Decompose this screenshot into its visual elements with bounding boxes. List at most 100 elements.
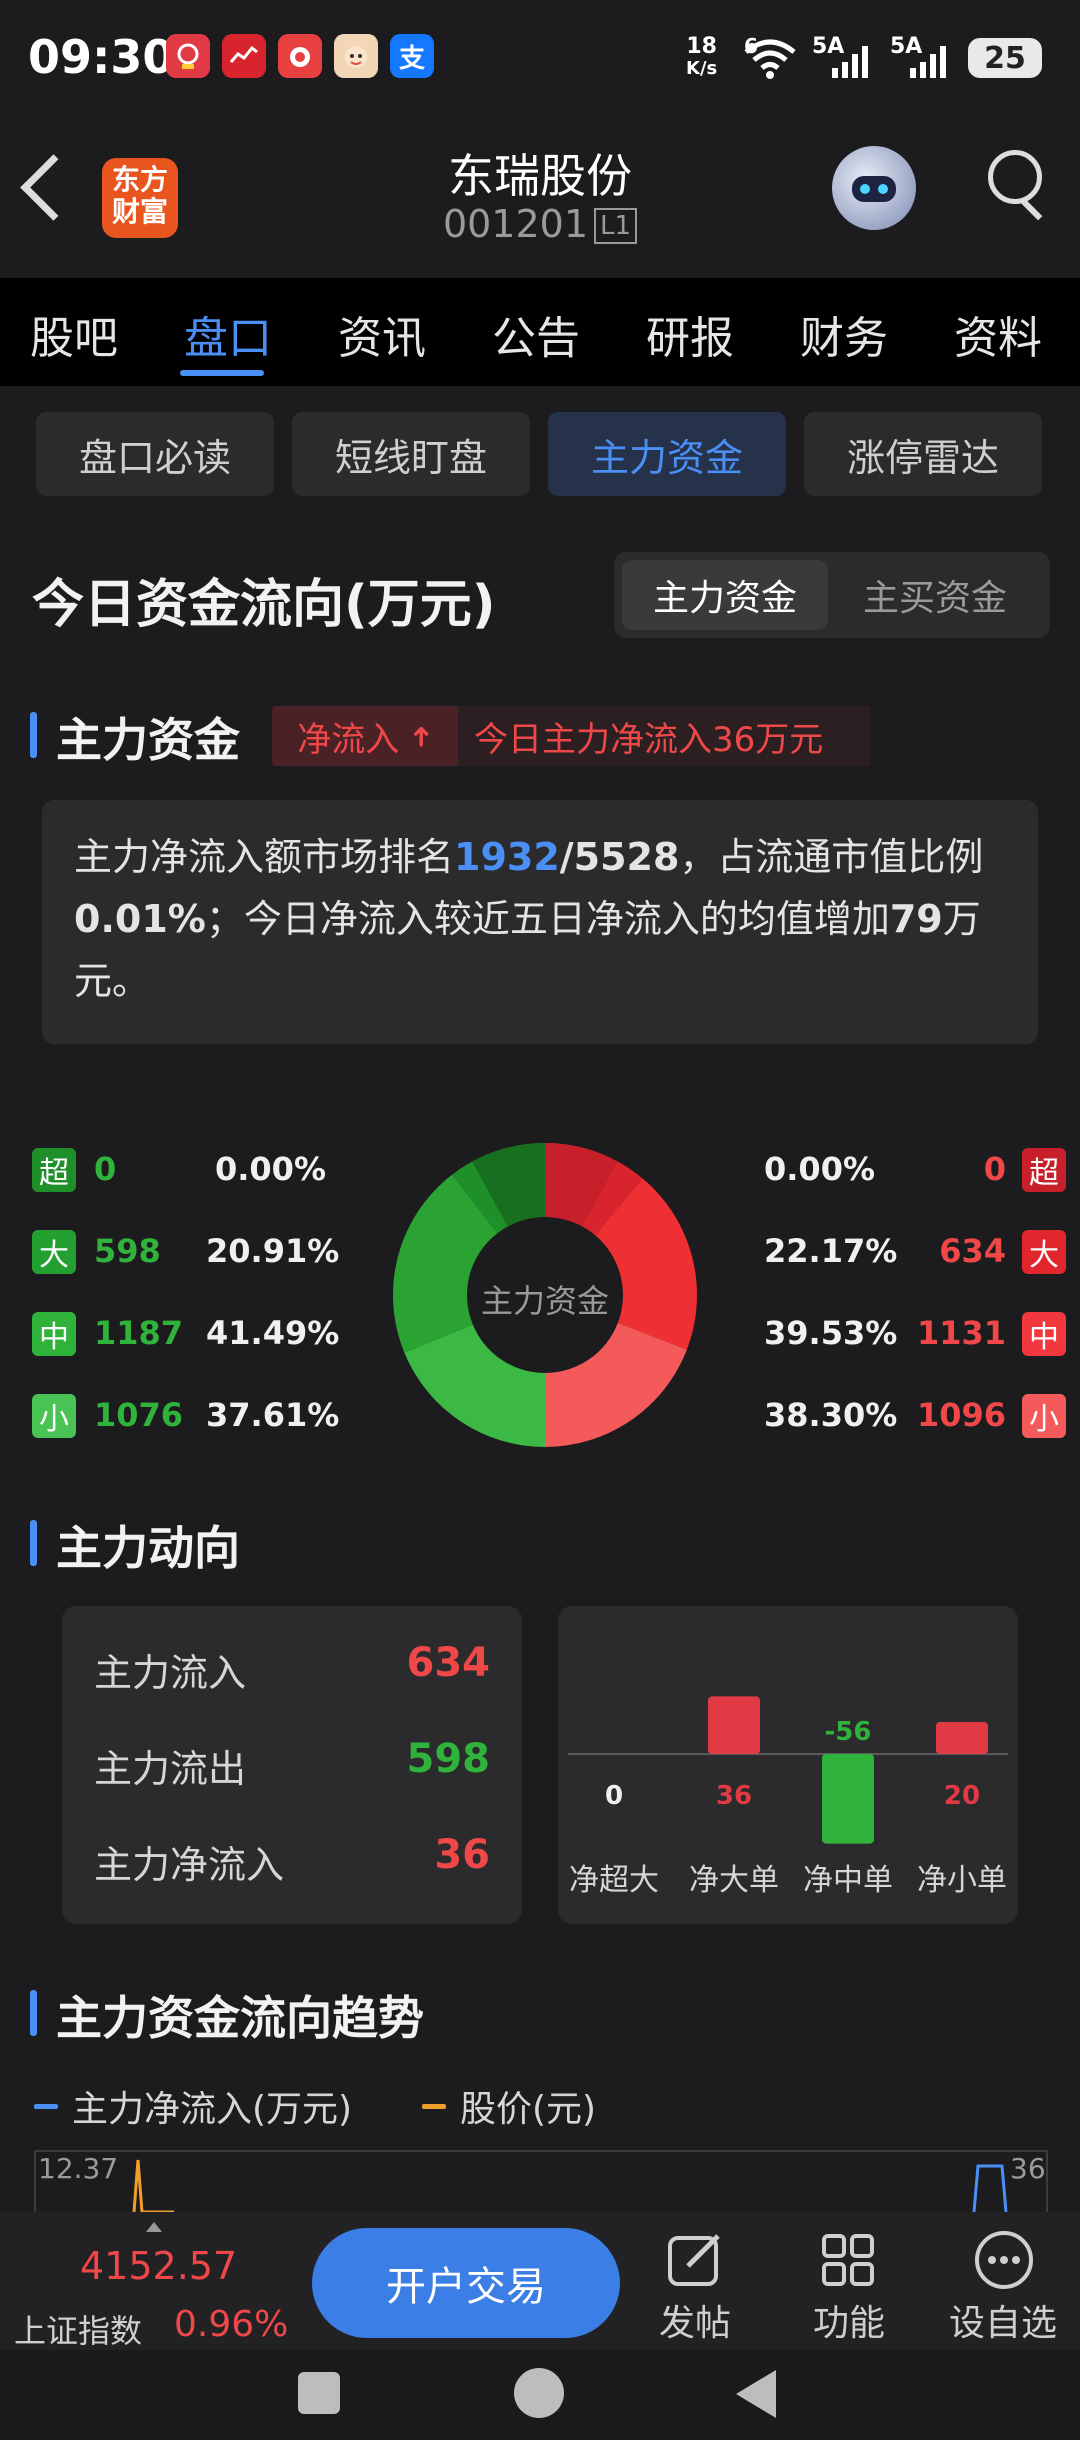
recent-apps-icon[interactable] bbox=[298, 2372, 340, 2414]
net-bar-value: 36 bbox=[716, 1781, 752, 1811]
stock-name: 东瑞股份 bbox=[448, 149, 632, 203]
net-inflow-line bbox=[972, 2164, 1008, 2212]
status-time: 09:30 bbox=[28, 30, 175, 84]
main-capital-summary: 主力净流入额市场排名1932/5528，占流通市值比例0.01%；今日净流入较近… bbox=[42, 800, 1038, 1044]
tab-research[interactable]: 研报 bbox=[646, 302, 734, 366]
direction-title: 主力动向 bbox=[56, 1521, 240, 1575]
more-icon[interactable] bbox=[972, 2228, 1036, 2296]
outflow-percent: 37.61% bbox=[206, 1396, 340, 1434]
outflow-value: 1187 bbox=[94, 1314, 184, 1352]
outflow-value: 0 bbox=[94, 1150, 117, 1188]
main-capital-title: 主力资金 bbox=[56, 713, 240, 767]
inflow-percent: 0.00% bbox=[764, 1150, 876, 1188]
tab-news[interactable]: 资讯 bbox=[338, 302, 426, 366]
stock-chart-icon bbox=[222, 34, 266, 78]
legend-price-swatch bbox=[422, 2104, 446, 2109]
active-tab-indicator bbox=[180, 370, 264, 376]
tab-pankou[interactable]: 盘口 bbox=[184, 302, 272, 366]
outflow-tag: 中 bbox=[32, 1312, 76, 1356]
tab-profile[interactable]: 资料 bbox=[954, 302, 1042, 366]
flow-value: 634 bbox=[406, 1640, 491, 1686]
edit-icon[interactable] bbox=[664, 2230, 728, 2294]
legend-net-inflow: 主力净流入(万元) bbox=[72, 2089, 353, 2130]
price-line bbox=[132, 2159, 174, 2212]
net-order-bar-chart: 0 净超大 36 净大单 -56 净中单 20 净小单 bbox=[568, 1696, 1008, 1898]
outflow-value: 598 bbox=[94, 1232, 161, 1270]
net-bar-category: 净小单 bbox=[917, 1863, 1007, 1898]
up-arrow-icon: ➜ bbox=[404, 724, 438, 748]
inflow-tag: 小 bbox=[1022, 1394, 1066, 1438]
outflow-percent: 41.49% bbox=[206, 1314, 340, 1352]
flow-label: 主力净流入 bbox=[94, 1843, 285, 1887]
inflow-percent: 38.30% bbox=[764, 1396, 898, 1434]
back-icon[interactable] bbox=[20, 154, 87, 221]
open-account-trade-button[interactable]: 开户交易 bbox=[312, 2228, 620, 2338]
inflow-slice bbox=[545, 1323, 687, 1447]
grid-icon[interactable] bbox=[818, 2230, 878, 2294]
trend-title: 主力资金流向趋势 bbox=[56, 1991, 424, 2045]
toggle-buy-capital[interactable]: 主买资金 bbox=[828, 560, 1042, 630]
inflow-percent: 22.17% bbox=[764, 1232, 898, 1270]
subtab-limit-radar[interactable]: 涨停雷达 bbox=[804, 412, 1042, 496]
kid-app-icon bbox=[334, 34, 378, 78]
tab-guba[interactable]: 股吧 bbox=[30, 302, 118, 366]
618-shopping-icon bbox=[166, 34, 210, 78]
index-up-triangle-icon bbox=[146, 2222, 162, 2232]
outflow-tag: 大 bbox=[32, 1230, 76, 1274]
tab-finance[interactable]: 财务 bbox=[800, 302, 888, 366]
legend-net-swatch bbox=[34, 2104, 58, 2109]
signal-1-icon bbox=[828, 44, 874, 84]
index-value[interactable]: 4152.57 bbox=[80, 2244, 237, 2288]
inflow-percent: 39.53% bbox=[764, 1314, 898, 1352]
inflow-value: 1131 bbox=[916, 1314, 1006, 1352]
outflow-percent: 0.00% bbox=[214, 1150, 326, 1188]
section-bar bbox=[30, 1520, 37, 1566]
flow-value: 598 bbox=[406, 1736, 491, 1782]
search-icon[interactable] bbox=[988, 150, 1042, 204]
level-badge: L1 bbox=[594, 208, 638, 244]
net-bar-category: 净超大 bbox=[569, 1863, 659, 1898]
signal-2-icon bbox=[906, 44, 952, 84]
subtab-main-capital[interactable]: 主力资金 bbox=[548, 412, 786, 496]
section-bar bbox=[30, 1990, 37, 2036]
flow-label: 主力流出 bbox=[94, 1747, 247, 1791]
legend-stock-price: 股价(元) bbox=[460, 2089, 597, 2130]
index-change[interactable]: 0.96% bbox=[174, 2304, 288, 2345]
inflow-value: 1096 bbox=[916, 1396, 1006, 1434]
function-button-label[interactable]: 功能 bbox=[794, 2294, 904, 2346]
subtab-short-watch[interactable]: 短线盯盘 bbox=[292, 412, 530, 496]
add-watchlist-label[interactable]: 设自选 bbox=[948, 2294, 1058, 2346]
network-speed: 18 K/s bbox=[686, 34, 718, 80]
inflow-value: 634 bbox=[939, 1232, 1006, 1270]
inflow-tag: 大 bbox=[1022, 1230, 1066, 1274]
net-bar bbox=[708, 1696, 760, 1754]
net-inflow-headline: 今日主力净流入36万元 bbox=[458, 706, 870, 766]
inflow-tag: 中 bbox=[1022, 1312, 1066, 1356]
flow-title: 今日资金流向(万元) bbox=[32, 575, 496, 635]
stock-code: 001201 L1 bbox=[340, 202, 740, 246]
nav-back-icon[interactable] bbox=[736, 2370, 776, 2418]
net-bar-value: -56 bbox=[825, 1717, 872, 1747]
flow-value: 36 bbox=[434, 1832, 490, 1878]
outflow-tag: 超 bbox=[32, 1148, 76, 1192]
inflow-tag: 超 bbox=[1022, 1148, 1066, 1192]
outflow-value: 1076 bbox=[94, 1396, 184, 1434]
outflow-tag: 小 bbox=[32, 1394, 76, 1438]
toggle-main-capital[interactable]: 主力资金 bbox=[622, 560, 828, 630]
net-bar-category: 净大单 bbox=[689, 1863, 779, 1898]
net-bar bbox=[822, 1754, 874, 1844]
subtab-must-read[interactable]: 盘口必读 bbox=[36, 412, 274, 496]
home-icon[interactable] bbox=[514, 2368, 564, 2418]
app-logo: 东方 财富 bbox=[102, 158, 178, 238]
tab-announcements[interactable]: 公告 bbox=[492, 302, 580, 366]
net-bar bbox=[936, 1722, 988, 1754]
post-button-label[interactable]: 发帖 bbox=[640, 2294, 750, 2346]
wifi-label: 6 bbox=[744, 34, 758, 58]
net-bar-value: 20 bbox=[944, 1781, 980, 1811]
flow-label: 主力流入 bbox=[94, 1651, 247, 1695]
camera-app-icon bbox=[278, 34, 322, 78]
assistant-robot-icon[interactable] bbox=[832, 146, 916, 230]
inflow-value: 0 bbox=[983, 1150, 1006, 1188]
net-inflow-badge: 净流入 ➜ bbox=[272, 706, 458, 766]
index-name[interactable]: 上证指数 bbox=[14, 2306, 142, 2352]
